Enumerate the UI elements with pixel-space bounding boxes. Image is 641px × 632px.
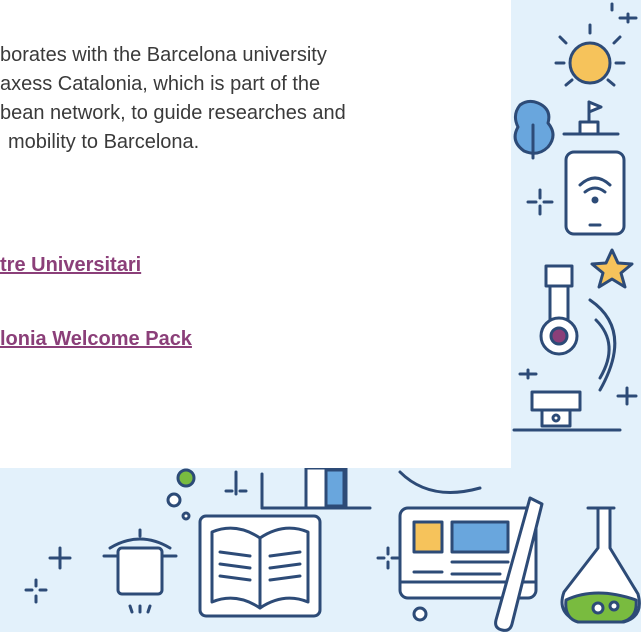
intro-line: bean network, to guide researches and: [0, 102, 346, 124]
link-catalonia-welcome-pack[interactable]: lonia Welcome Pack: [0, 328, 192, 351]
intro-line: mobility to Barcelona.: [8, 131, 200, 153]
open-book-icon: [198, 514, 322, 618]
link-centre-universitari[interactable]: tre Universitari: [0, 254, 141, 277]
intro-line: borates with the Barcelona university: [0, 44, 327, 66]
tablet-wifi-icon: [564, 150, 626, 236]
intro-line: axess Catalonia, which is part of the: [0, 73, 321, 95]
content-card: borates with the Barcelona university ax…: [0, 0, 511, 468]
tree-icon: [513, 99, 555, 160]
intro-paragraph: borates with the Barcelona university ax…: [0, 41, 500, 157]
